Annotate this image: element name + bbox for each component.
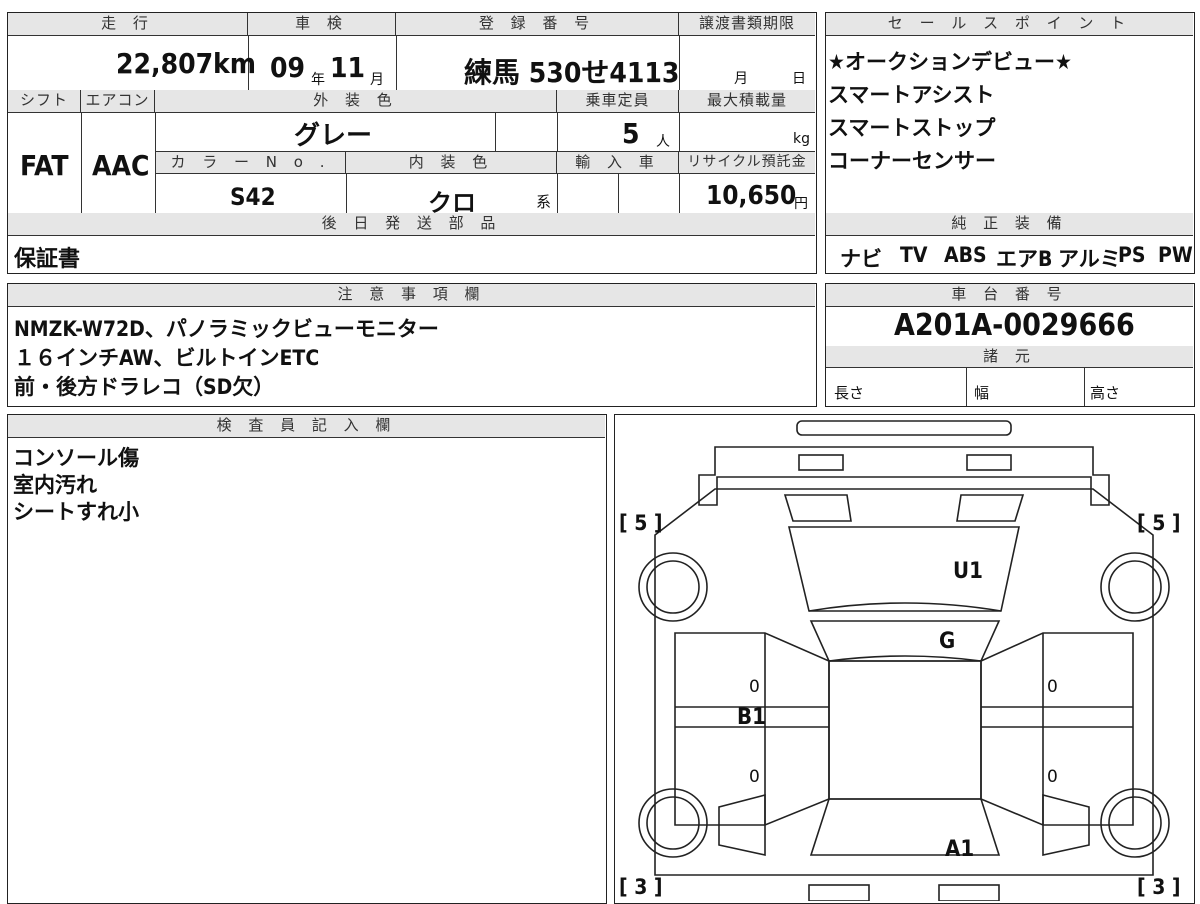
inspection-month: 11 bbox=[330, 51, 366, 84]
equipment-item-ps: PS bbox=[1118, 243, 1146, 267]
spec-height-label: 高さ bbox=[1090, 384, 1121, 402]
equipment-item-tv: TV bbox=[900, 243, 928, 267]
later-parts-header: 後 日 発 送 部 品 bbox=[8, 213, 815, 236]
color-no-value: S42 bbox=[230, 183, 276, 211]
notes-line: NMZK-W72D、パノラミックビューモニター bbox=[14, 317, 439, 341]
capacity-header: 乗車定員 bbox=[557, 90, 679, 113]
damage-mark-rear: A1 bbox=[945, 837, 975, 862]
tire-front-left-score: [ 5 ] bbox=[619, 511, 663, 535]
month-unit: 月 bbox=[370, 72, 384, 88]
notes-line: 前・後方ドラレコ（SD欠） bbox=[14, 375, 275, 399]
mileage-unit: km bbox=[213, 47, 256, 80]
notes-header: 注 意 事 項 欄 bbox=[8, 284, 815, 307]
sales-points-box: セ ー ル ス ポ イ ン ト ★オークションデビュー★ スマートアシスト スマ… bbox=[825, 12, 1195, 274]
aircon-header: エアコン bbox=[81, 90, 155, 113]
import-header: 輸 入 車 bbox=[557, 152, 679, 174]
door-score: 0 bbox=[1047, 677, 1058, 697]
tire-rear-right-score: [ 3 ] bbox=[1137, 875, 1181, 899]
shift-header: シフト bbox=[8, 90, 81, 113]
shift-value: FAT bbox=[20, 149, 69, 182]
specs-header: 諸 元 bbox=[826, 346, 1193, 368]
load-unit: kg bbox=[793, 131, 810, 147]
chassis-no-header: 車 台 番 号 bbox=[826, 284, 1193, 307]
equipment-item-abs: ABS bbox=[944, 243, 987, 267]
damage-mark-glass: G bbox=[939, 629, 956, 654]
inspection-year: 09 bbox=[270, 51, 306, 84]
sales-point-item: コーナーセンサー bbox=[828, 149, 996, 173]
vehicle-damage-diagram: [ 5 ] [ 5 ] [ 3 ] [ 3 ] U1 G B1 A1 0 0 0… bbox=[614, 414, 1195, 904]
later-parts-value: 保証書 bbox=[14, 247, 81, 272]
inspector-header: 検 査 員 記 入 欄 bbox=[8, 415, 605, 438]
mileage-header: 走 行 bbox=[8, 13, 248, 36]
equipment-item-alloy: アルミ bbox=[1058, 247, 1121, 271]
registration-header: 登 録 番 号 bbox=[396, 13, 679, 36]
equipment-item-navi: ナビ bbox=[840, 247, 882, 271]
spec-width-label: 幅 bbox=[974, 384, 990, 402]
recycle-header: リサイクル預託金 bbox=[679, 152, 815, 174]
mileage-value: 22,807 bbox=[116, 47, 214, 80]
exterior-color-value: グレー bbox=[294, 121, 373, 151]
inspector-box: 検 査 員 記 入 欄 コンソール傷 室内汚れ シートすれ小 bbox=[7, 414, 607, 904]
sales-point-item: スマートアシスト bbox=[828, 83, 995, 107]
tire-rear-left-score: [ 3 ] bbox=[619, 875, 663, 899]
door-score: 0 bbox=[749, 767, 760, 787]
year-unit: 年 bbox=[311, 72, 325, 88]
spec-length-label: 長さ bbox=[834, 384, 865, 402]
inspector-note: コンソール傷 bbox=[13, 446, 139, 470]
exterior-color-header: 外 装 色 bbox=[155, 90, 557, 113]
transfer-deadline-header: 譲渡書類期限 bbox=[679, 13, 815, 36]
sales-points-header: セ ー ル ス ポ イ ン ト bbox=[826, 13, 1193, 36]
aircon-value: AAC bbox=[92, 149, 150, 182]
capacity-unit: 人 bbox=[656, 134, 670, 150]
damage-mark-roof: U1 bbox=[953, 559, 983, 584]
notes-line: １６インチAW、ビルトインETC bbox=[14, 346, 320, 370]
plate-number: 練馬 530せ4113 bbox=[464, 56, 680, 89]
deadline-day: 日 bbox=[792, 71, 806, 87]
tire-front-right-score: [ 5 ] bbox=[1137, 511, 1181, 535]
interior-color-header: 内 装 色 bbox=[346, 152, 557, 174]
max-load-header: 最大積載量 bbox=[679, 90, 815, 113]
sales-point-item: スマートストップ bbox=[828, 116, 996, 140]
equipment-item-pw: PW bbox=[1158, 243, 1193, 267]
recycle-value: 10,650 bbox=[706, 181, 797, 211]
car-outline-drawing bbox=[638, 420, 1170, 901]
inspection-header: 車 検 bbox=[248, 13, 396, 36]
equipment-item-airbag: エアB bbox=[996, 247, 1053, 271]
chassis-box: 車 台 番 号 A201A-0029666 諸 元 長さ 幅 高さ bbox=[825, 283, 1195, 407]
deadline-month: 月 bbox=[734, 71, 748, 87]
chassis-no-value: A201A-0029666 bbox=[894, 308, 1135, 343]
door-score: 0 bbox=[1047, 767, 1058, 787]
inspector-note: シートすれ小 bbox=[13, 500, 139, 524]
genuine-equipment-header: 純 正 装 備 bbox=[826, 213, 1193, 236]
recycle-unit: 円 bbox=[794, 196, 808, 212]
damage-mark-side: B1 bbox=[737, 705, 766, 730]
inspector-note: 室内汚れ bbox=[13, 473, 97, 497]
door-score: 0 bbox=[749, 677, 760, 697]
capacity-value: 5 bbox=[622, 117, 640, 150]
color-no-header: カ ラ ー N o . bbox=[156, 152, 346, 174]
interior-suffix: 系 bbox=[536, 193, 552, 211]
notes-box: 注 意 事 項 欄 NMZK-W72D、パノラミックビューモニター １６インチA… bbox=[7, 283, 817, 407]
sales-point-item: ★オークションデビュー★ bbox=[828, 50, 1072, 74]
vehicle-info-box: 走 行 車 検 登 録 番 号 譲渡書類期限 22,807 km 09 年 11… bbox=[7, 12, 817, 274]
